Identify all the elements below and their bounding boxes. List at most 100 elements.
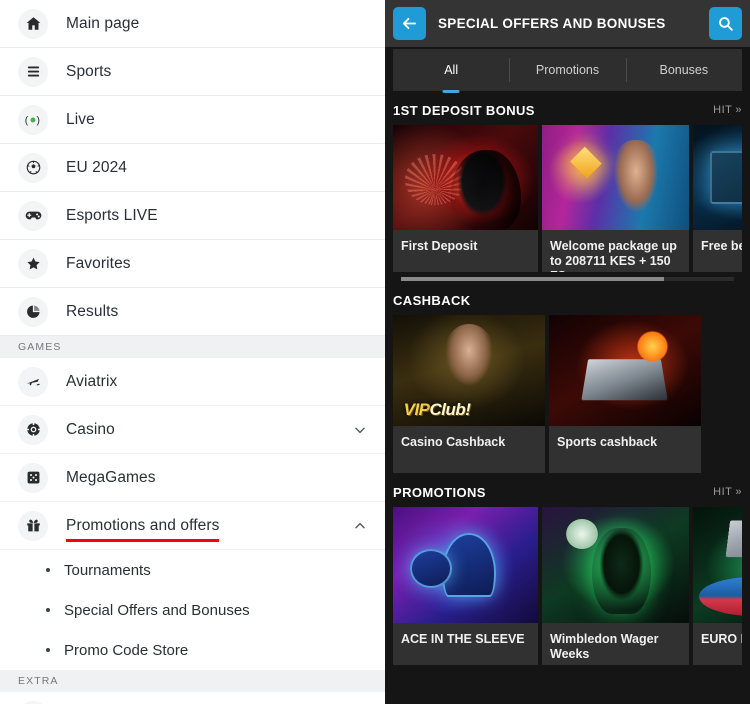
section-promotions: PROMOTIONS HIT » ACE IN THE SLEEVE — [385, 477, 750, 665]
egyptian-queen-artwork — [542, 125, 689, 230]
section-title: CASHBACK — [393, 293, 471, 308]
tab-label: Bonuses — [659, 63, 708, 77]
card-caption: Wimbledon Wager Weeks — [542, 623, 689, 665]
chevron-right-icon: » — [735, 486, 742, 498]
sidebar-subitem-label: Promo Code Store — [64, 642, 188, 659]
sidebar-item-eu-2024[interactable]: EU 2024 — [0, 144, 385, 192]
euro-artwork — [693, 507, 742, 623]
sidebar-item-casino[interactable]: Casino — [0, 406, 385, 454]
sidebar-item-promotions-and-offers[interactable]: Promotions and offers — [0, 502, 385, 550]
dice-icon — [18, 463, 48, 493]
tab-bonuses[interactable]: Bonuses — [626, 49, 742, 91]
page-title: SPECIAL OFFERS AND BONUSES — [438, 16, 709, 31]
offer-card[interactable]: VIPClub! Casino Cashback — [393, 315, 545, 473]
sidebar-item-sports[interactable]: Sports — [0, 48, 385, 96]
carousel-scrollbar[interactable] — [401, 277, 734, 281]
section-label: EXTRA — [18, 675, 59, 687]
sidebar-item-aviatrix[interactable]: Aviatrix — [0, 358, 385, 406]
chevron-down-icon[interactable] — [353, 423, 367, 437]
section-hit-link[interactable]: HIT » — [713, 104, 742, 116]
sidebar-subitem-special-offers-and-bonuses[interactable]: Special Offers and Bonuses — [0, 590, 385, 630]
hit-label: HIT — [713, 104, 732, 116]
section-header: 1ST DEPOSIT BONUS HIT » — [393, 95, 742, 125]
plane-icon — [18, 367, 48, 397]
tab-label: All — [444, 63, 458, 77]
sidebar-item-favorites[interactable]: Favorites — [0, 240, 385, 288]
sidebar-item-label: Casino — [66, 421, 115, 439]
card-row: VIPClub! Casino Cashback Sports cashback — [393, 315, 742, 473]
card-image — [693, 125, 742, 230]
poker-chip-icon — [18, 415, 48, 445]
card-carousel[interactable]: ACE IN THE SLEEVE Wimbledon Wager Weeks … — [393, 507, 742, 665]
sidebar-item-label: MegaGames — [66, 469, 156, 487]
sidebar-item-label: Main page — [66, 15, 139, 33]
offer-card[interactable]: Free bet deposit — [693, 125, 742, 272]
chevron-up-icon[interactable] — [353, 519, 367, 533]
card-carousel[interactable]: First Deposit Welcome package up to 2087… — [393, 125, 742, 272]
bullet-icon — [46, 648, 50, 652]
section-title: PROMOTIONS — [393, 485, 486, 500]
bullet-icon — [46, 568, 50, 572]
tab-promotions[interactable]: Promotions — [509, 49, 625, 91]
offer-card[interactable]: First Deposit — [393, 125, 538, 272]
sidebar-item-megagames[interactable]: MegaGames — [0, 454, 385, 502]
back-button[interactable] — [393, 7, 426, 40]
card-image — [542, 507, 689, 623]
card-caption: Welcome package up to 208711 KES + 150 F… — [542, 230, 689, 272]
sidebar-subitem-promo-code-store[interactable]: Promo Code Store — [0, 630, 385, 670]
offer-card[interactable]: Welcome package up to 208711 KES + 150 F… — [542, 125, 689, 272]
home-icon — [18, 9, 48, 39]
sidebar-item-esports-live[interactable]: Esports LIVE — [0, 192, 385, 240]
sidebar-item-results[interactable]: Results — [0, 288, 385, 336]
sidebar-item-information[interactable]: Information — [0, 692, 385, 704]
svg-text:): ) — [36, 115, 39, 126]
sidebar-section-games: GAMES — [0, 336, 385, 358]
tab-label: Promotions — [536, 63, 599, 77]
section-label: GAMES — [18, 341, 61, 353]
panel-topbar: SPECIAL OFFERS AND BONUSES — [385, 0, 750, 47]
sidebar-section-extra: EXTRA — [0, 670, 385, 692]
offer-card[interactable]: EURO M — [693, 507, 742, 665]
card-caption: First Deposit — [393, 230, 538, 272]
offer-card[interactable]: Wimbledon Wager Weeks — [542, 507, 689, 665]
sports-cashback-artwork — [549, 315, 701, 426]
sidebar-item-label: Aviatrix — [66, 373, 117, 391]
section-first-deposit-bonus: 1ST DEPOSIT BONUS HIT » First Deposit — [385, 95, 750, 281]
card-caption: EURO M — [693, 623, 742, 665]
star-icon — [18, 249, 48, 279]
horse-racing-artwork — [393, 125, 538, 230]
card-caption: Sports cashback — [549, 426, 701, 473]
card-caption: Casino Cashback — [393, 426, 545, 473]
live-dot-icon: ( ) — [18, 105, 48, 135]
card-caption: ACE IN THE SLEEVE — [393, 623, 538, 665]
soccer-ball-icon — [18, 153, 48, 183]
offers-panel: SPECIAL OFFERS AND BONUSES All Promotion… — [385, 0, 750, 704]
card-image: VIPClub! — [393, 315, 545, 426]
sidebar-item-main-page[interactable]: Main page — [0, 0, 385, 48]
vip-club-overlay-text: VIPClub! — [404, 400, 471, 420]
card-caption: Free bet deposit — [693, 230, 742, 272]
bullet-icon — [46, 608, 50, 612]
section-hit-link[interactable]: HIT » — [713, 486, 742, 498]
sidebar-item-label: Esports LIVE — [66, 207, 158, 225]
section-header: CASHBACK — [393, 285, 742, 315]
tab-bar: All Promotions Bonuses — [385, 47, 750, 91]
sidebar: Main page Sports ( ) Live EU 2024 — [0, 0, 385, 704]
tab-all[interactable]: All — [393, 49, 509, 91]
free-bet-artwork — [693, 125, 742, 230]
card-image — [393, 507, 538, 623]
hit-label: HIT — [713, 486, 732, 498]
sidebar-item-label: Promotions and offers — [66, 517, 219, 535]
sidebar-item-label: Favorites — [66, 255, 131, 273]
sidebar-subitem-tournaments[interactable]: Tournaments — [0, 550, 385, 590]
arrow-left-icon — [401, 15, 418, 32]
sidebar-item-live[interactable]: ( ) Live — [0, 96, 385, 144]
section-cashback: CASHBACK VIPClub! Casino Cashback Sports… — [385, 285, 750, 473]
sidebar-item-label: Results — [66, 303, 118, 321]
offer-card[interactable]: Sports cashback — [549, 315, 701, 473]
offer-card[interactable]: ACE IN THE SLEEVE — [393, 507, 538, 665]
gamepad-icon — [18, 201, 48, 231]
search-button[interactable] — [709, 7, 742, 40]
chevron-right-icon: » — [735, 104, 742, 116]
sidebar-item-label: EU 2024 — [66, 159, 127, 177]
